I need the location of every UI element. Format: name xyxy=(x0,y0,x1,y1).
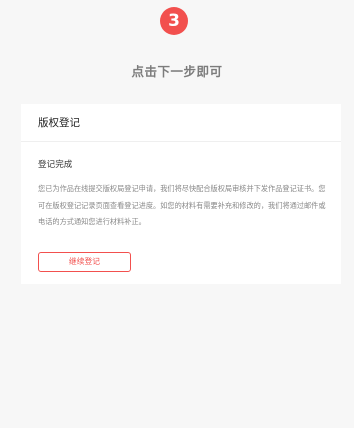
card-body: 登记完成 您已为作品在线提交版权局登记申请，我们将尽快配合版权局审核并下发作品登… xyxy=(21,142,341,272)
step-number-badge: 3 xyxy=(160,7,188,35)
continue-registration-button[interactable]: 继续登记 xyxy=(38,251,131,272)
status-title: 登记完成 xyxy=(38,160,73,170)
step-hint: 点击下一步即可 xyxy=(131,64,223,79)
card-header: 版权登记 xyxy=(21,104,341,142)
copyright-registration-card: 版权登记 登记完成 您已为作品在线提交版权局登记申请，我们将尽快配合版权局审核并… xyxy=(21,104,341,284)
card-title: 版权登记 xyxy=(38,117,80,129)
page: 3 点击下一步即可 版权登记 登记完成 您已为作品在线提交版权局登记申请，我们将… xyxy=(0,0,354,428)
status-description: 您已为作品在线提交版权局登记申请，我们将尽快配合版权局审核并下发作品登记证书。您… xyxy=(38,184,326,226)
